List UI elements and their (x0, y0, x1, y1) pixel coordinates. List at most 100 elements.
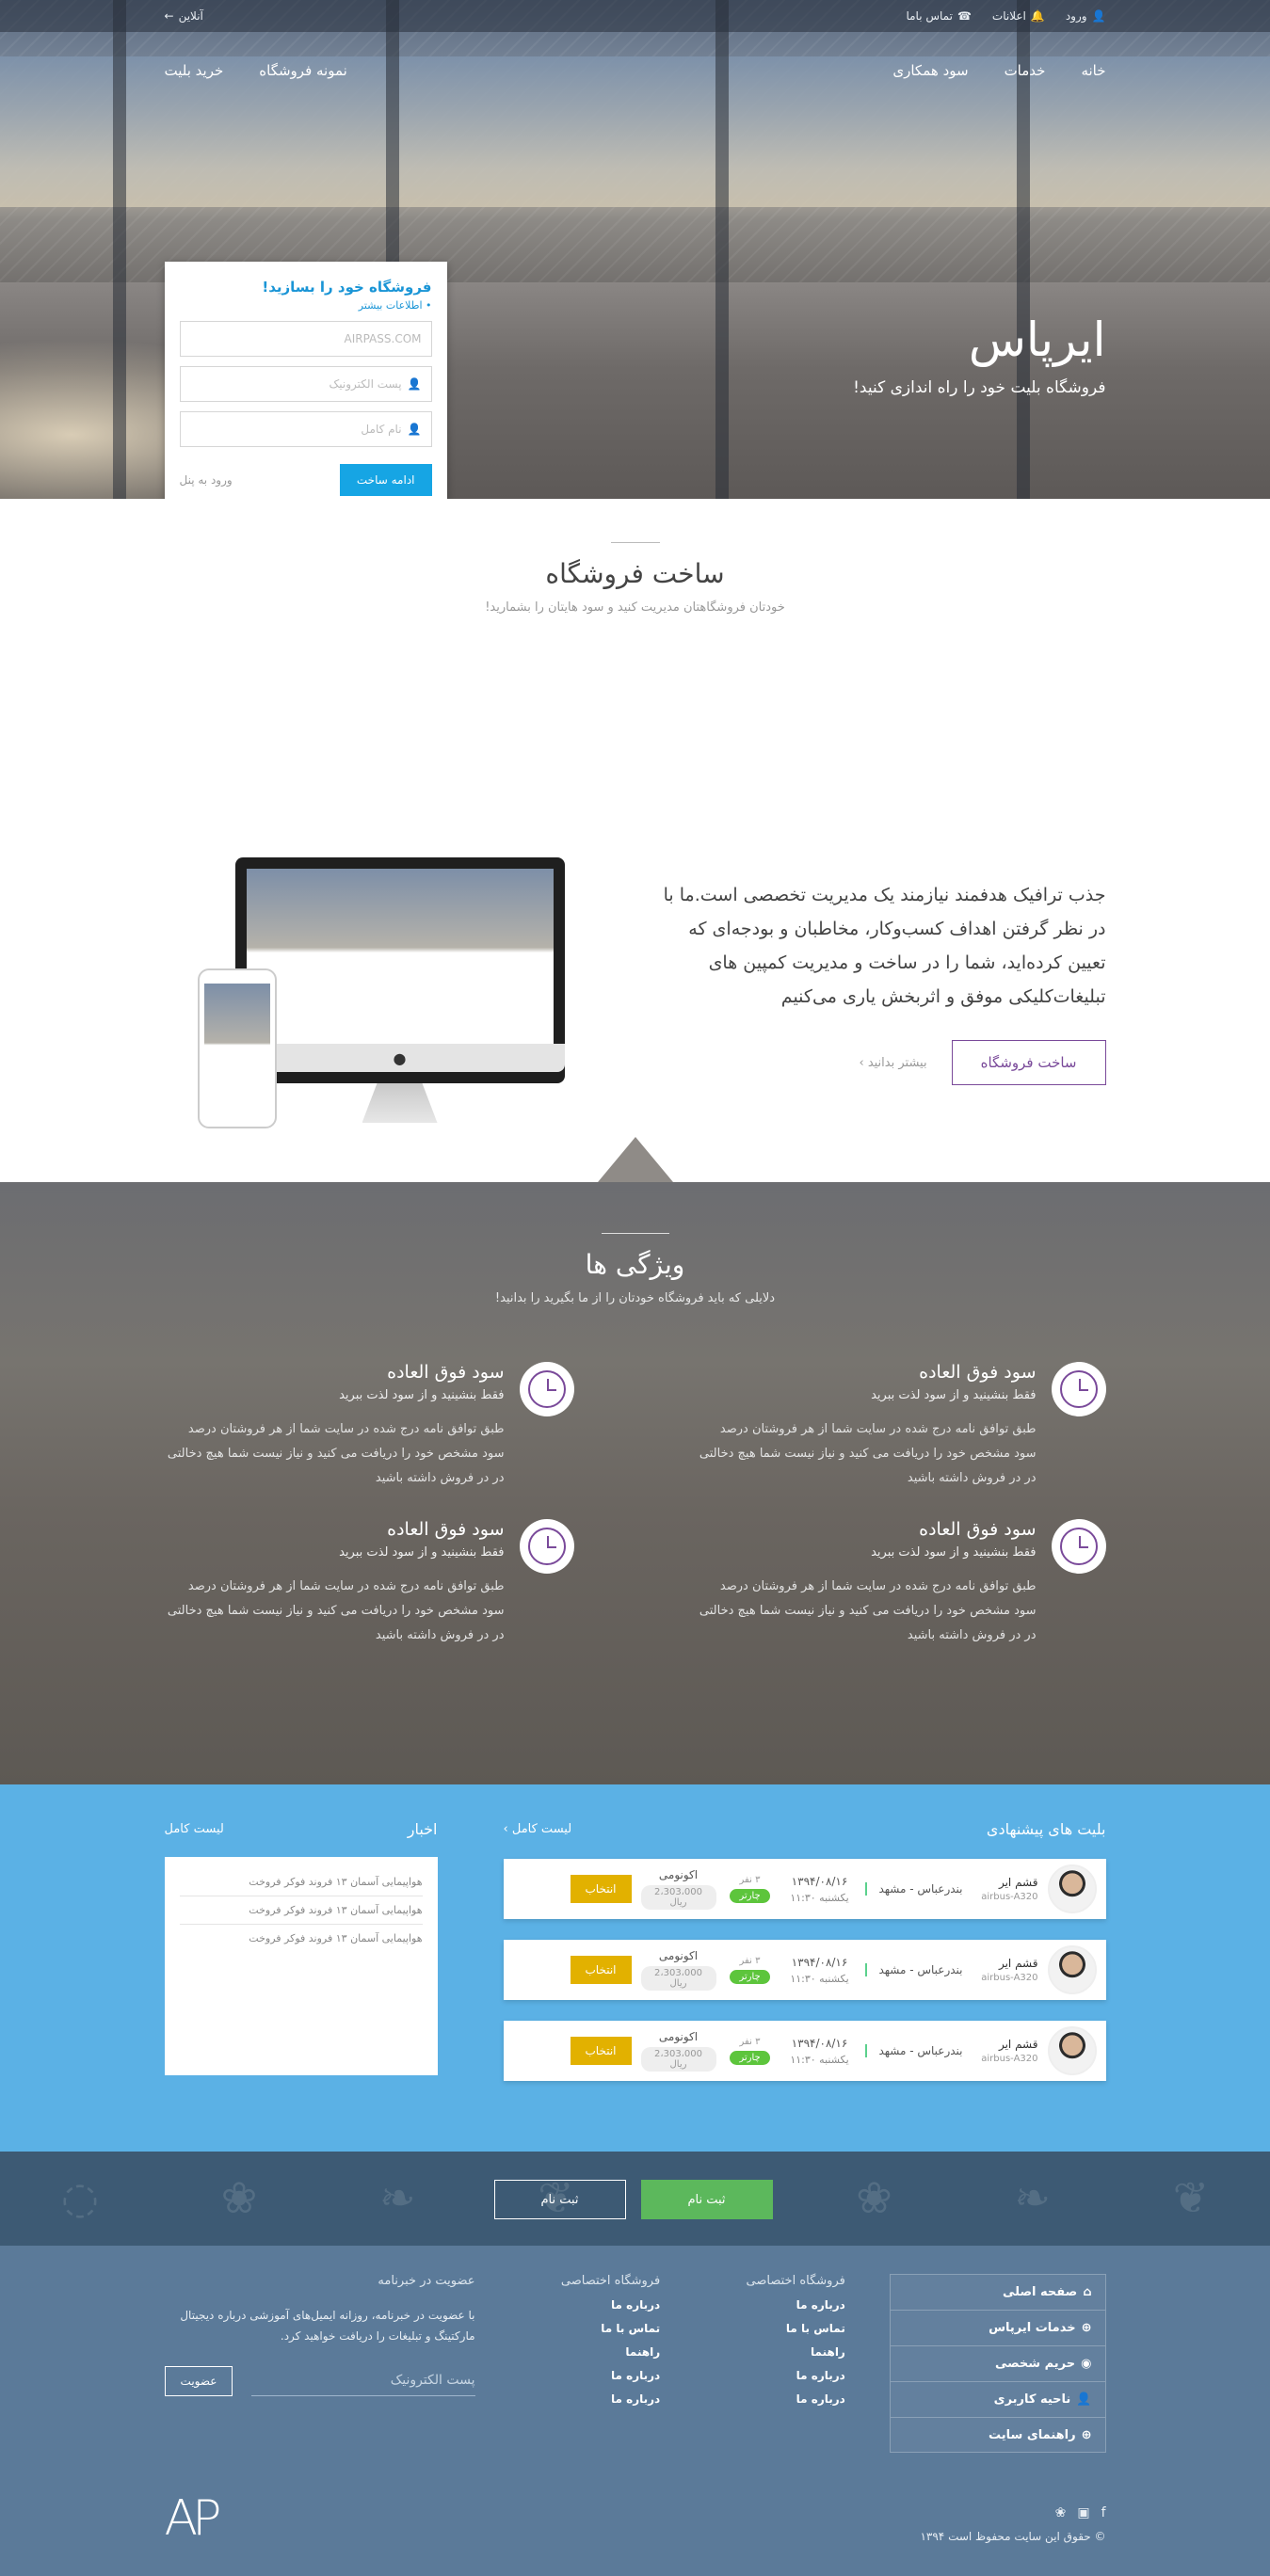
ticket-aircraft: airbus-A320 (981, 1892, 1038, 1902)
footer-menu-user-area[interactable]: 👤 ناحیه کاربری (889, 2381, 1106, 2417)
feature-title: سود فوق العاده (919, 1519, 1037, 1540)
footer: ⌂ صفحه اصلی ⊕ خدمات ایرپاس ◉ حریم شخصی 👤 ناح… (0, 2246, 1270, 2576)
build-subtitle: خودتان فروشگاهتان مدیریت کنید و سود هایت… (485, 600, 785, 615)
notifications-link[interactable]: 🔔 اعلانات (992, 9, 1045, 23)
signup-more-link[interactable]: • اطلاعات بیشتر (180, 299, 432, 312)
device-mockup-image: ● (197, 857, 565, 1128)
ticket-airline: قشم ایر (998, 1876, 1038, 1889)
ticket-time: یکشنبه ۱۱:۳۰ (790, 1891, 849, 1904)
footer-link[interactable]: درباره ما (519, 2298, 660, 2312)
offers-section: بلیت های پیشنهادی لیست کامل › قشم ایر air… (0, 1784, 1270, 2152)
select-ticket-button[interactable]: انتخاب (570, 1875, 632, 1903)
news-title: اخبار (407, 1820, 438, 1838)
facebook-icon[interactable]: f (1101, 2505, 1106, 2520)
select-ticket-button[interactable]: انتخاب (570, 2037, 632, 2065)
select-ticket-button[interactable]: انتخاب (570, 1956, 632, 1984)
footer-links-col-1: فروشگاه اختصاصی درباره ما تماس با ما راه… (704, 2274, 845, 2453)
feature-text: طبق توافق نامه درج شده در سایت شما از هر… (699, 1422, 1037, 1485)
login-label: ورود (1065, 9, 1087, 23)
footer-link[interactable]: تماس با ما (704, 2322, 845, 2335)
newsletter-email-input[interactable]: پست الکترونیک (251, 2365, 475, 2396)
newsletter-subscribe-button[interactable]: عضویت (164, 2365, 233, 2396)
home-icon: ⌂ (1083, 2285, 1092, 2299)
nav-buy-ticket[interactable]: خرید بلیت (165, 62, 224, 79)
feature-item: سود فوق العاده فقط بنشینید و از سود لذت … (165, 1519, 574, 1648)
footer-link[interactable]: درباره ما (519, 2392, 660, 2406)
footer-link[interactable]: راهنما (704, 2345, 845, 2359)
contact-link[interactable]: ☎ تماس باما (906, 9, 971, 23)
feature-subtitle: فقط بنشینید و از سود لذت ببرید (339, 1388, 505, 1402)
footer-link[interactable]: درباره ما (704, 2369, 845, 2382)
footer-link[interactable]: تماس با ما (519, 2322, 660, 2335)
build-content: جذب ترافیک هدفمند نیازمند یک مدیریت تخصص… (654, 878, 1106, 1085)
register-primary-button[interactable]: ثبت نام (640, 2180, 773, 2219)
footer-menu-home[interactable]: ⌂ صفحه اصلی (889, 2274, 1106, 2310)
feature-item: سود فوق العاده فقط بنشینید و از سود لذت … (165, 1362, 574, 1491)
ticket-class: اکونومی (658, 2030, 699, 2043)
monitor-stand (362, 1083, 438, 1123)
feature-subtitle: فقط بنشینید و از سود لذت ببرید (339, 1545, 505, 1560)
news-item[interactable]: هواپیمایی آسمان ۱۳ فروند فوکر فروخت (179, 1868, 423, 1896)
hero-section: 👤 ورود 🔔 اعلانات ☎ تماس باما آنلاین ← خانه خ… (0, 0, 1270, 499)
news-list: هواپیمایی آسمان ۱۳ فروند فوکر فروخت هواپ… (164, 1857, 438, 2075)
user-icon: 👤 (1091, 9, 1106, 23)
instagram-icon[interactable]: ▣ (1077, 2505, 1089, 2520)
feature-item: سود فوق العاده فقط بنشینید و از سود لذت … (697, 1519, 1106, 1648)
ticket-date: ۱۳۹۴/۰۸/۱۶ (791, 1955, 848, 1969)
notifications-label: اعلانات (991, 9, 1026, 23)
monitor-screen (246, 869, 554, 1044)
footer-menu-services[interactable]: ⊕ خدمات ایرپاس (889, 2310, 1106, 2345)
nav-partner-profit[interactable]: سود همکاری (892, 62, 968, 79)
name-field[interactable]: 👤 نام کامل (179, 411, 432, 447)
avatar (1047, 1945, 1097, 1994)
email-field[interactable]: 👤 پست الکترونیک (179, 366, 432, 402)
footer-menu-privacy[interactable]: ◉ حریم شخصی (889, 2345, 1106, 2381)
footer-menu-help[interactable]: ⊕ راهنمای سایت (889, 2417, 1106, 2453)
footer-link[interactable]: درباره ما (704, 2392, 845, 2406)
ticket-row: قشم ایر airbus-A320 بندرعباس - مشهد ۱۳۹۴/… (503, 1859, 1106, 1919)
arrow-left-icon: ← (164, 9, 174, 23)
avatar (1047, 1864, 1097, 1913)
footer-link[interactable]: درباره ما (519, 2369, 660, 2382)
features-subtitle: دلایلی که باید فروشگاه خودتان را از ما ب… (494, 1291, 776, 1305)
build-title: ساخت فروشگاه (545, 558, 725, 589)
footer-link[interactable]: درباره ما (704, 2298, 845, 2312)
online-label: آنلاین (178, 9, 203, 23)
news-item[interactable]: هواپیمایی آسمان ۱۳ فروند فوکر فروخت (180, 1925, 422, 1952)
signup-form: فروشگاه خود را بسازید! • اطلاعات بیشتر A… (164, 262, 447, 499)
news-item[interactable]: هواپیمایی آسمان ۱۳ فروند فوکر فروخت (179, 1896, 423, 1925)
continue-build-button[interactable]: ادامه ساخت (339, 464, 432, 496)
learn-more-link[interactable]: بیشتر بدانید › (859, 1056, 926, 1070)
signup-title: فروشگاه خود را بسازید! (262, 279, 432, 296)
domain-field[interactable]: AIRPASS.COM (179, 321, 432, 357)
chevron-left-icon: › (859, 1055, 864, 1070)
email-placeholder: پست الکترونیک (329, 377, 402, 391)
login-link[interactable]: 👤 ورود (1066, 9, 1106, 23)
footer-link[interactable]: راهنما (519, 2345, 660, 2359)
news-all-link[interactable]: لیست کامل (165, 1822, 224, 1836)
build-store-section: ساخت فروشگاه خودتان فروشگاهتان مدیریت کن… (0, 542, 1270, 1182)
leaf-icon: ❧ (378, 2172, 416, 2223)
ticket-row: قشم ایر airbus-A320 بندرعباس - مشهد ۱۳۹۴/… (503, 2021, 1106, 2081)
feature-title: سود فوق العاده (387, 1362, 505, 1383)
ticket-date: ۱۳۹۴/۰۸/۱۶ (791, 2036, 848, 2050)
learn-more-label: بیشتر بدانید (867, 1055, 927, 1070)
feature-title: سود فوق العاده (919, 1362, 1037, 1383)
nav-services[interactable]: خدمات (1005, 62, 1046, 79)
register-secondary-button[interactable]: ثبت نام (493, 2180, 626, 2219)
ticket-route: بندرعباس - مشهد (864, 1963, 963, 1976)
newsletter-block: عضویت در خبرنامه با عضویت در خبرنامه، رو… (164, 2274, 475, 2453)
clock-icon (1051, 1362, 1106, 1416)
panel-login-link[interactable]: ورود به پنل (180, 473, 233, 487)
nav-sample-store[interactable]: نمونه فروشگاه (259, 62, 347, 79)
apple-logo-icon: ● (234, 1044, 565, 1072)
feature-text: طبق توافق نامه درج شده در سایت شما از هر… (699, 1579, 1037, 1642)
build-store-button[interactable]: ساخت فروشگاه (951, 1040, 1106, 1085)
ticket-class: اکونومی (658, 1949, 699, 1962)
online-link[interactable]: آنلاین ← (165, 9, 203, 23)
tickets-all-link[interactable]: لیست کامل › (504, 1822, 572, 1836)
hero-title: ایرپاس (968, 312, 1106, 367)
nav-home[interactable]: خانه (1081, 62, 1105, 79)
twitter-icon[interactable]: ❀ (1055, 2505, 1067, 2520)
clock-icon (1051, 1519, 1106, 1574)
